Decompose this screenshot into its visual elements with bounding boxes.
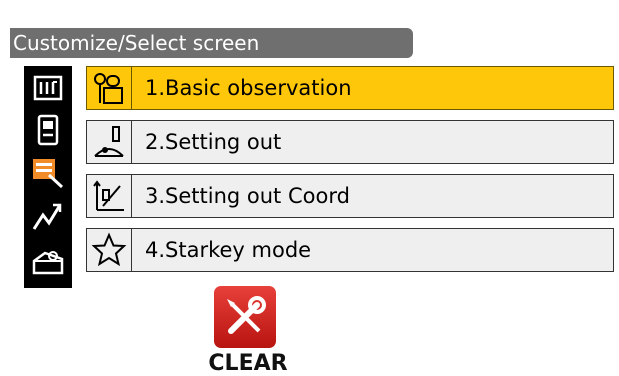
device-icon[interactable] — [30, 112, 66, 148]
pages-icon[interactable] — [30, 70, 66, 106]
menu-item-label: 4.Starkey mode — [145, 238, 312, 262]
surveyor-icon — [87, 67, 132, 109]
clear-button[interactable]: CLEAR — [208, 286, 296, 376]
measure-graph-icon[interactable] — [30, 198, 66, 234]
menu-item-label: 1.Basic observation — [145, 76, 352, 100]
title-bar: Customize/Select screen — [10, 28, 413, 58]
menu-item-basic-observation[interactable]: 1.Basic observation — [86, 66, 614, 110]
setting-out-icon — [87, 121, 132, 163]
tools-icon — [214, 286, 276, 348]
toolbox-icon[interactable] — [30, 244, 66, 280]
observation-list-icon[interactable] — [30, 154, 66, 190]
menu-item-setting-out[interactable]: 2.Setting out — [86, 120, 614, 164]
clear-label: CLEAR — [208, 351, 288, 376]
menu-item-label: 2.Setting out — [145, 130, 282, 154]
menu-item-starkey-mode[interactable]: 4.Starkey mode — [86, 228, 614, 272]
page-title: Customize/Select screen — [13, 31, 260, 55]
menu-item-label: 3.Setting out Coord — [145, 184, 350, 208]
star-icon — [87, 229, 132, 271]
sidebar — [24, 66, 72, 288]
setting-out-coord-icon — [87, 175, 132, 217]
menu-item-setting-out-coord[interactable]: 3.Setting out Coord — [86, 174, 614, 218]
